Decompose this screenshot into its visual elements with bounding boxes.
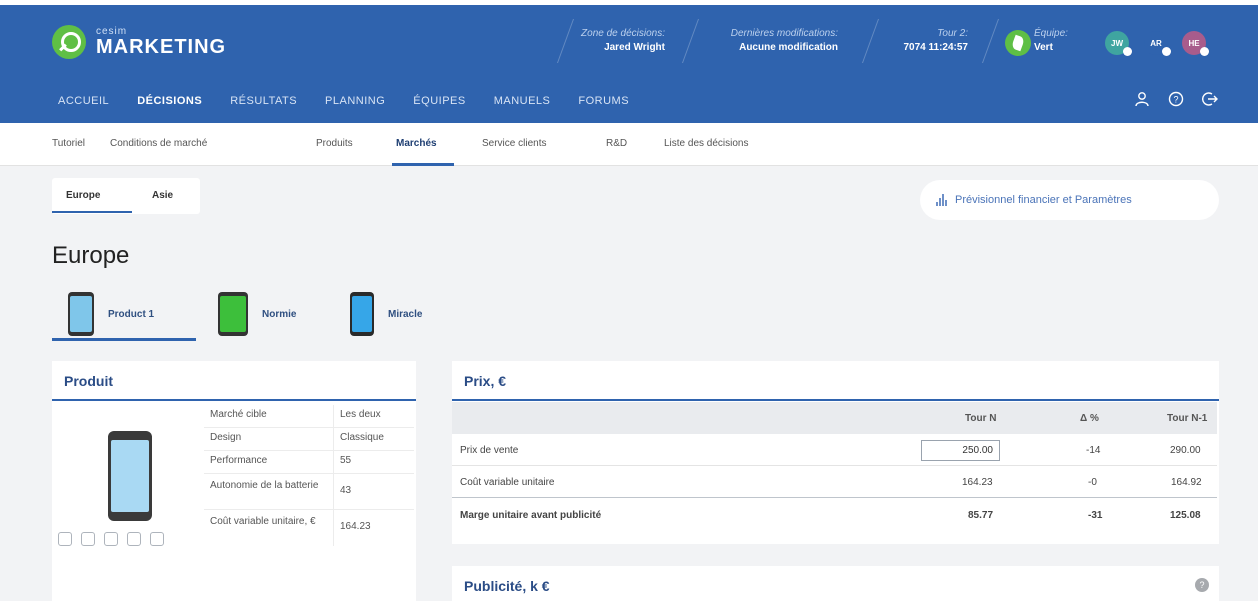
col-tour-n1: Tour N-1 — [1167, 412, 1208, 424]
product-phone-image — [108, 431, 152, 521]
phone-icon — [218, 292, 248, 336]
camera-icon — [58, 532, 72, 546]
page-title: Europe — [52, 242, 130, 269]
nav-equipes[interactable]: ÉQUIPES — [413, 95, 465, 107]
main-content: Europe Asie Prévisionnel financier et Pa… — [0, 166, 1258, 601]
battery-icon — [104, 532, 118, 546]
product-specs: Marché cible Les deux Design Classique Per… — [204, 405, 414, 546]
subnav-liste-decisions[interactable]: Liste des décisions — [664, 138, 749, 149]
spec-row: Design Classique — [204, 428, 414, 451]
tab-asie[interactable]: Asie — [152, 190, 173, 201]
header-divider — [981, 19, 1000, 63]
card-title: Produit — [52, 361, 416, 401]
product-tab-1[interactable]: Product 1 — [68, 290, 154, 338]
col-tour-n: Tour N — [965, 412, 997, 424]
help-icon[interactable]: ? — [1168, 91, 1184, 107]
avatar[interactable]: AR — [1144, 31, 1171, 56]
subnav-service-clients[interactable]: Service clients — [482, 138, 546, 149]
logout-icon[interactable] — [1202, 91, 1218, 107]
brand-name: MARKETING — [96, 36, 227, 58]
decision-zone: Zone de décisions: Jared Wright — [581, 28, 665, 53]
prix-card: Prix, € Tour N Δ % Tour N-1 Prix de vent… — [452, 361, 1219, 544]
product-feature-icons — [58, 532, 164, 546]
round-deadline: Tour 2: 7074 11:24:57 — [903, 28, 968, 53]
card-title: Prix, € — [452, 361, 1219, 401]
nav-accueil[interactable]: ACCUEIL — [58, 95, 109, 107]
brand[interactable]: cesim MARKETING — [52, 25, 226, 59]
tab-europe[interactable]: Europe — [66, 190, 100, 201]
main-nav: ACCUEIL DÉCISIONS RÉSULTATS PLANNING ÉQU… — [58, 95, 657, 107]
subnav-tutoriel[interactable]: Tutoriel — [52, 138, 85, 149]
financial-forecast-button[interactable]: Prévisionnel financier et Paramètres — [920, 180, 1219, 220]
subnav-conditions[interactable]: Conditions de marché — [110, 138, 207, 149]
help-icon[interactable]: ? — [1195, 578, 1209, 592]
nav-planning[interactable]: PLANNING — [325, 95, 385, 107]
avatar[interactable]: HE — [1182, 31, 1209, 56]
card-title: Publicité, k € — [464, 578, 550, 594]
nav-resultats[interactable]: RÉSULTATS — [230, 95, 297, 107]
table-row: Marge unitaire avant publicité 85.77 -31… — [460, 510, 1201, 521]
printer-icon — [81, 532, 95, 546]
spec-row: Coût variable unitaire, €164.23 — [204, 510, 414, 546]
user-icon[interactable] — [1134, 91, 1150, 107]
publicite-card: Publicité, k € ? — [452, 566, 1219, 601]
active-product-indicator — [52, 338, 196, 341]
app-header: cesim MARKETING Zone de décisions: Jared… — [0, 5, 1258, 123]
table-row: Prix de vente -14 290.00 — [452, 434, 1217, 466]
col-delta: Δ % — [1080, 412, 1099, 424]
subnav-marches[interactable]: Marchés — [396, 138, 437, 149]
subnav-rd[interactable]: R&D — [606, 138, 627, 149]
team: Équipe: Vert — [1034, 28, 1068, 53]
sub-nav: Tutoriel Conditions de marché Produits M… — [0, 123, 1258, 166]
leaf-icon — [1005, 30, 1031, 56]
active-region-indicator — [52, 211, 132, 213]
region-tabs: Europe Asie — [52, 178, 200, 214]
prix-table-header: Tour N Δ % Tour N-1 — [452, 402, 1217, 434]
avatar[interactable]: JW — [1105, 31, 1132, 56]
spec-row: Performance 55 — [204, 451, 414, 474]
phone-icon — [350, 292, 374, 336]
subnav-produits[interactable]: Produits — [316, 138, 353, 149]
phone-icon — [68, 292, 94, 336]
produit-card: Produit Marché cible Les deux Design Class… — [52, 361, 416, 601]
wifi-icon — [127, 532, 141, 546]
sale-price-input[interactable] — [921, 440, 1000, 461]
svg-text:?: ? — [1173, 95, 1178, 105]
bar-chart-icon — [936, 194, 947, 206]
nav-decisions[interactable]: DÉCISIONS — [137, 95, 202, 107]
table-row: Coût variable unitaire 164.23 -0 164.92 — [452, 466, 1217, 498]
spec-row: Marché cible Les deux — [204, 405, 414, 428]
product-tab-normie[interactable]: Normie — [218, 290, 296, 338]
search-logo-icon — [52, 25, 86, 59]
lock-icon — [150, 532, 164, 546]
nav-manuels[interactable]: MANUELS — [494, 95, 551, 107]
last-modifications: Dernières modifications: Aucune modifica… — [730, 28, 838, 53]
header-icons: ? — [1134, 91, 1218, 107]
nav-forums[interactable]: FORUMS — [578, 95, 629, 107]
spec-row: Autonomie de la batterie 43 — [204, 474, 414, 510]
product-tab-miracle[interactable]: Miracle — [350, 290, 422, 338]
